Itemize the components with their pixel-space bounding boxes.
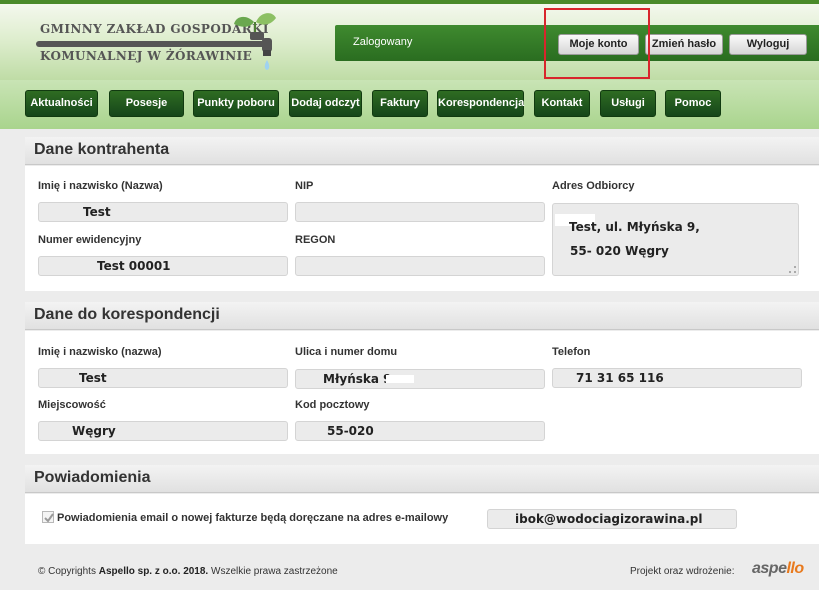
number-label: Numer ewidencyjny — [38, 234, 142, 246]
street-label: Ulica i numer domu — [295, 346, 398, 358]
number-field: Test 00001 — [38, 256, 288, 276]
section-title-kontrahent: Dane kontrahenta — [25, 137, 819, 165]
phone-label: Telefon — [552, 346, 591, 358]
aspello-logo[interactable]: aspello — [752, 560, 804, 578]
phone-field: 71 31 65 116 — [552, 368, 802, 388]
name-value: Test — [83, 205, 111, 219]
section-title-korespondencja: Dane do korespondencji — [25, 302, 819, 330]
nav-item-dodaj-odczyt[interactable]: Dodaj odczyt — [289, 90, 362, 117]
panel-kontrahent: Imię i nazwisko (Nazwa) Test NIP Adres O… — [25, 166, 819, 291]
corr-name-field: Test — [38, 368, 288, 388]
name-field: Test — [38, 202, 288, 222]
check-icon — [44, 513, 54, 523]
notify-checkbox[interactable] — [42, 511, 54, 523]
email-value: ibok@wodociagizorawina.pl — [515, 512, 703, 526]
phone-value: 71 31 65 116 — [576, 371, 664, 385]
city-label: Miejscowość — [38, 399, 106, 411]
regon-field — [295, 256, 545, 276]
copyright: © Copyrights Aspello sp. z o.o. 2018. Ws… — [38, 566, 338, 577]
postal-value: 55-020 — [327, 424, 374, 438]
nav-item-faktury[interactable]: Faktury — [372, 90, 428, 117]
login-status: Zalogowany — [353, 36, 413, 48]
project-credit: Projekt oraz wdrożenie: — [630, 566, 735, 577]
name-label: Imię i nazwisko (Nazwa) — [38, 180, 163, 192]
copyright-company: Aspello sp. z o.o. 2018. — [98, 566, 209, 577]
postal-label: Kod pocztowy — [295, 399, 370, 411]
email-field: ibok@wodociagizorawina.pl — [487, 509, 737, 529]
section-heading: Dane do korespondencji — [34, 306, 220, 323]
panel-korespondencja: Imię i nazwisko (nazwa) Test Ulica i num… — [25, 331, 819, 454]
address-field: Test, ul. Młyńska 9, 55- 020 Węgry — [552, 203, 799, 276]
section-title-powiadomienia: Powiadomienia — [25, 465, 819, 493]
nav-item-posesje[interactable]: Posesje — [109, 90, 184, 117]
postal-field: 55-020 — [295, 421, 545, 441]
notify-label: Powiadomienia email o nowej fakturze będ… — [57, 512, 449, 524]
regon-label: REGON — [295, 234, 336, 246]
logo: GMINNY ZAKŁAD GOSPODARKI KOMUNALNEJ W ŻÓ… — [36, 12, 286, 78]
corr-name-label: Imię i nazwisko (nazwa) — [38, 346, 162, 358]
street-value: Młyńska 9 — [323, 372, 392, 386]
address-line-1: Test, ul. Młyńska 9, — [569, 220, 700, 234]
faucet-leaf-icon — [234, 13, 276, 70]
address-label: Adres Odbiorcy — [552, 180, 635, 192]
main-nav: Aktualności Posesje Punkty poboru Dodaj … — [0, 80, 819, 129]
city-field: Węgry — [38, 421, 288, 441]
nip-label: NIP — [295, 180, 314, 192]
logo-line-2: KOMUNALNEJ W ŻÓRAWINIE — [40, 49, 253, 63]
section-heading: Dane kontrahenta — [34, 141, 170, 158]
change-password-button[interactable]: Zmień hasło — [645, 34, 723, 55]
city-value: Węgry — [72, 424, 116, 438]
aspello-logo-main: aspe — [752, 560, 787, 577]
corr-name-value: Test — [79, 371, 107, 385]
redaction — [386, 375, 414, 383]
highlight-box — [544, 8, 650, 79]
resize-handle[interactable] — [789, 266, 796, 273]
nip-field — [295, 202, 545, 222]
copyright-rights: Wszelkie prawa zastrzeżone — [211, 566, 338, 577]
address-line-2: 55- 020 Węgry — [570, 244, 669, 258]
nav-item-pomoc[interactable]: Pomoc — [665, 90, 721, 117]
section-heading: Powiadomienia — [34, 469, 151, 486]
number-value: Test 00001 — [97, 259, 171, 273]
nav-item-uslugi[interactable]: Usługi — [600, 90, 656, 117]
logout-button[interactable]: Wyloguj — [729, 34, 807, 55]
nav-item-kontakt[interactable]: Kontakt — [534, 90, 590, 117]
street-field: Młyńska 9 — [295, 369, 545, 389]
nav-item-aktualnosci[interactable]: Aktualności — [25, 90, 98, 117]
copyright-prefix: © Copyrights — [38, 566, 96, 577]
header: GMINNY ZAKŁAD GOSPODARKI KOMUNALNEJ W ŻÓ… — [0, 0, 819, 80]
nav-item-korespondencja[interactable]: Korespondencja — [437, 90, 524, 117]
aspello-logo-accent: llo — [786, 560, 804, 577]
panel-powiadomienia: Powiadomienia email o nowej fakturze będ… — [25, 494, 819, 544]
nav-item-punkty-poboru[interactable]: Punkty poboru — [193, 90, 279, 117]
